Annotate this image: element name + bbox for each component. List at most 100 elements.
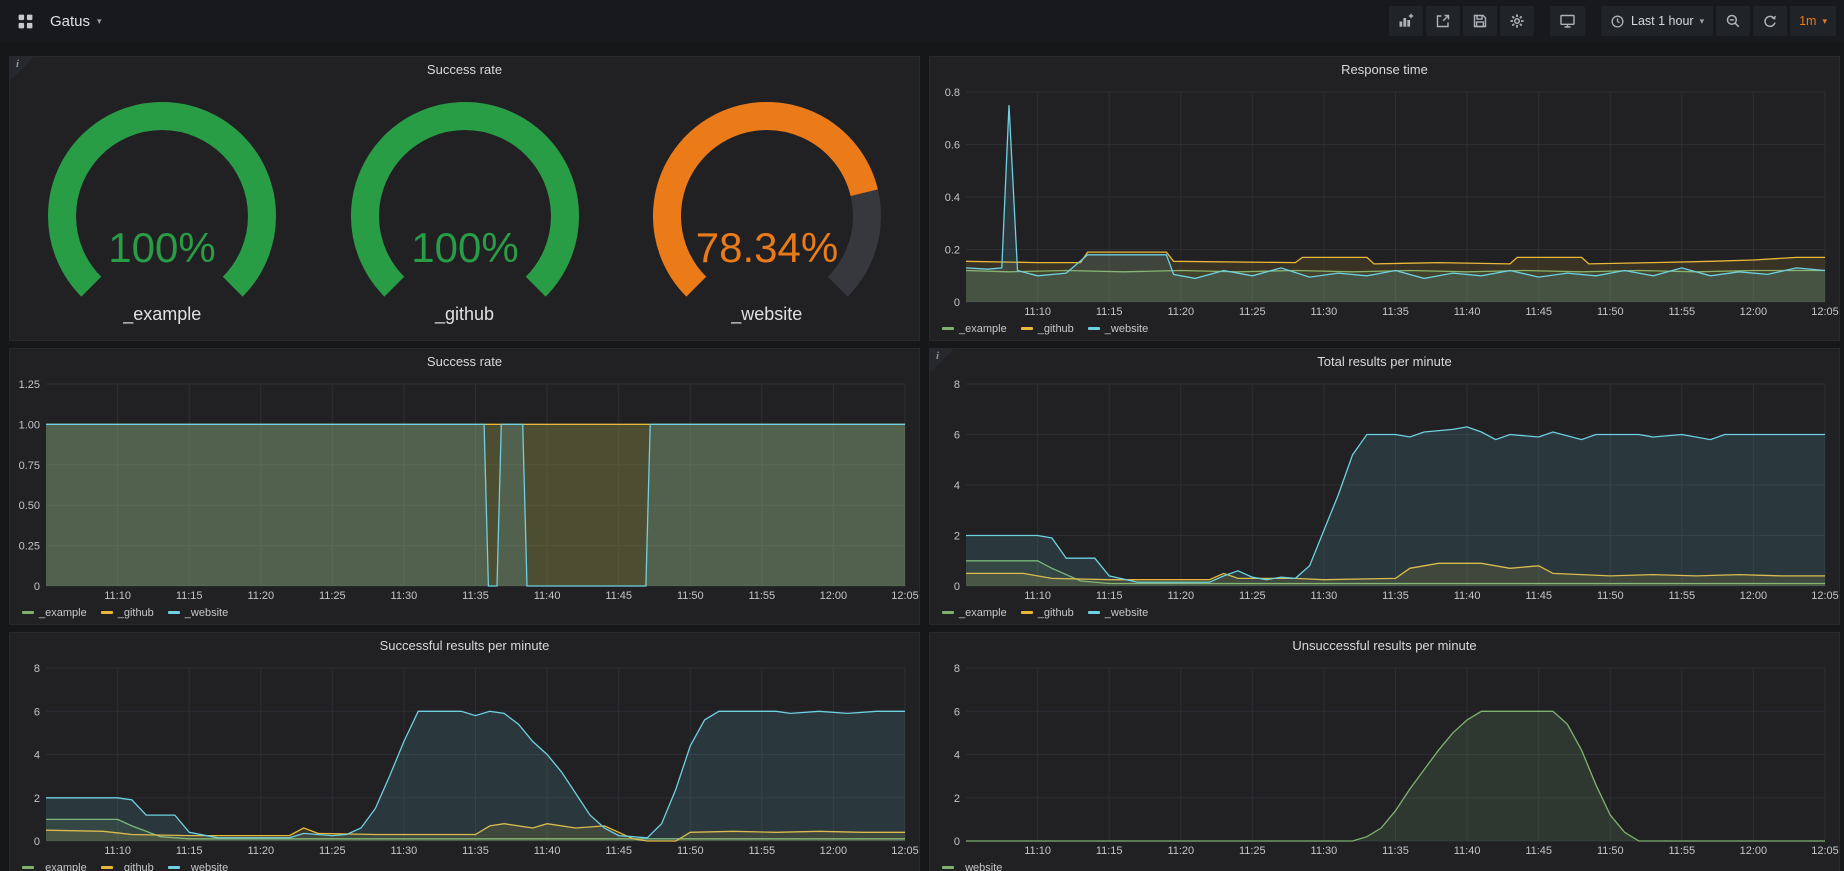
- series-area-_website: [46, 711, 905, 841]
- svg-text:11:10: 11:10: [104, 590, 131, 602]
- svg-text:0: 0: [34, 836, 40, 848]
- gauge-_example: 100%_example: [12, 94, 312, 325]
- svg-text:6: 6: [34, 706, 40, 718]
- refresh-interval-dropdown[interactable]: 1m ▾: [1790, 6, 1836, 36]
- legend-item-_github[interactable]: _github: [1021, 323, 1074, 335]
- refresh-button[interactable]: [1753, 6, 1787, 36]
- apps-grid-icon[interactable]: [8, 6, 42, 36]
- panel-info-icon[interactable]: i: [930, 349, 954, 373]
- legend-item-_github[interactable]: _github: [101, 607, 154, 619]
- legend-item-_website[interactable]: _website: [168, 607, 228, 619]
- panel-info-icon[interactable]: i: [10, 57, 34, 81]
- svg-text:11:30: 11:30: [1311, 845, 1338, 857]
- gauge-arc: 78.34%: [617, 94, 917, 306]
- svg-text:11:10: 11:10: [104, 845, 131, 857]
- svg-text:11:20: 11:20: [247, 590, 274, 602]
- response-time-chart: 11:1011:1511:2011:2511:3011:3511:4011:45…: [930, 83, 1839, 320]
- time-range-picker[interactable]: Last 1 hour ▾: [1601, 6, 1713, 36]
- gauge-_github: 100%_github: [315, 94, 615, 325]
- chart-canvas[interactable]: 11:1011:1511:2011:2511:3011:3511:4011:45…: [10, 375, 919, 604]
- legend-item-_github[interactable]: _github: [1021, 607, 1074, 619]
- chart-canvas[interactable]: 11:1011:1511:2011:2511:3011:3511:4011:45…: [930, 375, 1839, 604]
- svg-text:12:00: 12:00: [820, 845, 848, 857]
- svg-text:12:05: 12:05: [1811, 306, 1839, 318]
- gauge-value: 100%: [109, 224, 216, 271]
- legend-swatch: [1088, 611, 1100, 614]
- save-button[interactable]: [1463, 6, 1497, 36]
- chart-canvas[interactable]: 11:1011:1511:2011:2511:3011:3511:4011:45…: [930, 659, 1839, 859]
- series-area-_website: [966, 427, 1825, 586]
- svg-text:11:50: 11:50: [1597, 590, 1624, 602]
- panel-title[interactable]: Unsuccessful results per minute: [930, 633, 1839, 659]
- svg-text:11:40: 11:40: [534, 845, 561, 857]
- svg-text:0: 0: [954, 297, 960, 309]
- legend-item-_website[interactable]: _website: [1088, 607, 1148, 619]
- svg-text:12:05: 12:05: [1811, 845, 1839, 857]
- panel-title[interactable]: Total results per minute: [930, 349, 1839, 375]
- legend-item-_website[interactable]: _website: [168, 862, 228, 871]
- svg-text:11:30: 11:30: [1311, 590, 1338, 602]
- svg-text:11:55: 11:55: [748, 590, 775, 602]
- panel-title[interactable]: Success rate: [10, 57, 919, 83]
- legend-swatch: [22, 611, 34, 614]
- legend-swatch: [168, 611, 180, 614]
- svg-text:11:35: 11:35: [1382, 306, 1409, 318]
- panel-title[interactable]: Successful results per minute: [10, 633, 919, 659]
- svg-text:11:25: 11:25: [319, 590, 346, 602]
- svg-text:4: 4: [954, 750, 960, 762]
- panel-title[interactable]: Success rate: [10, 349, 919, 375]
- svg-text:11:40: 11:40: [534, 590, 561, 602]
- svg-text:0.75: 0.75: [19, 460, 40, 472]
- svg-text:12:05: 12:05: [1811, 590, 1839, 602]
- gauge-label: _website: [731, 304, 802, 325]
- svg-text:11:25: 11:25: [1239, 306, 1266, 318]
- legend-item-_website[interactable]: _website: [942, 862, 1002, 871]
- legend-label: _example: [959, 607, 1007, 619]
- tv-mode-button[interactable]: [1550, 6, 1585, 36]
- svg-text:11:10: 11:10: [1024, 306, 1051, 318]
- caret-down-icon: ▾: [97, 17, 102, 26]
- zoom-out-button[interactable]: [1716, 6, 1750, 36]
- save-icon: [1472, 13, 1488, 29]
- legend-swatch: [942, 611, 954, 614]
- svg-text:11:50: 11:50: [1597, 845, 1624, 857]
- monitor-icon: [1559, 13, 1576, 29]
- share-icon: [1435, 13, 1451, 29]
- legend-label: _example: [959, 323, 1007, 335]
- dashboard-title[interactable]: Gatus ▾: [50, 13, 102, 30]
- chart-legend: _example _github _website: [930, 320, 1839, 340]
- chart-legend: _example _github _website: [10, 859, 919, 871]
- chart-canvas[interactable]: 11:1011:1511:2011:2511:3011:3511:4011:45…: [10, 659, 919, 859]
- legend-item-_example[interactable]: _example: [22, 607, 87, 619]
- legend-swatch: [1021, 327, 1033, 330]
- info-glyph: i: [16, 58, 19, 70]
- add-panel-button[interactable]: [1389, 6, 1423, 36]
- svg-text:11:20: 11:20: [247, 845, 274, 857]
- svg-text:11:25: 11:25: [319, 845, 346, 857]
- legend-item-_example[interactable]: _example: [942, 323, 1007, 335]
- legend-item-_example[interactable]: _example: [22, 862, 87, 871]
- legend-item-_website[interactable]: _website: [1088, 323, 1148, 335]
- legend-label: _github: [118, 862, 154, 871]
- svg-text:2: 2: [34, 793, 40, 805]
- svg-text:11:30: 11:30: [1311, 306, 1338, 318]
- clock-icon: [1610, 14, 1625, 29]
- svg-text:11:35: 11:35: [462, 590, 489, 602]
- share-button[interactable]: [1426, 6, 1460, 36]
- svg-text:0.4: 0.4: [945, 192, 960, 204]
- legend-item-_example[interactable]: _example: [942, 607, 1007, 619]
- svg-text:4: 4: [34, 750, 40, 762]
- panel-title[interactable]: Response time: [930, 57, 1839, 83]
- svg-text:11:45: 11:45: [1525, 845, 1552, 857]
- dashboard-grid: i Success rate 100%_example100%_github78…: [0, 42, 1844, 871]
- panel-unsuccessful-results: Unsuccessful results per minute 11:1011:…: [929, 632, 1840, 871]
- legend-item-_github[interactable]: _github: [101, 862, 154, 871]
- chart-canvas[interactable]: 11:1011:1511:2011:2511:3011:3511:4011:45…: [930, 83, 1839, 320]
- settings-button[interactable]: [1500, 6, 1534, 36]
- gauge-label: _github: [435, 304, 494, 325]
- svg-text:11:35: 11:35: [1382, 590, 1409, 602]
- svg-text:4: 4: [954, 480, 960, 492]
- legend-swatch: [1088, 327, 1100, 330]
- svg-text:11:30: 11:30: [391, 590, 418, 602]
- info-glyph: i: [936, 350, 939, 362]
